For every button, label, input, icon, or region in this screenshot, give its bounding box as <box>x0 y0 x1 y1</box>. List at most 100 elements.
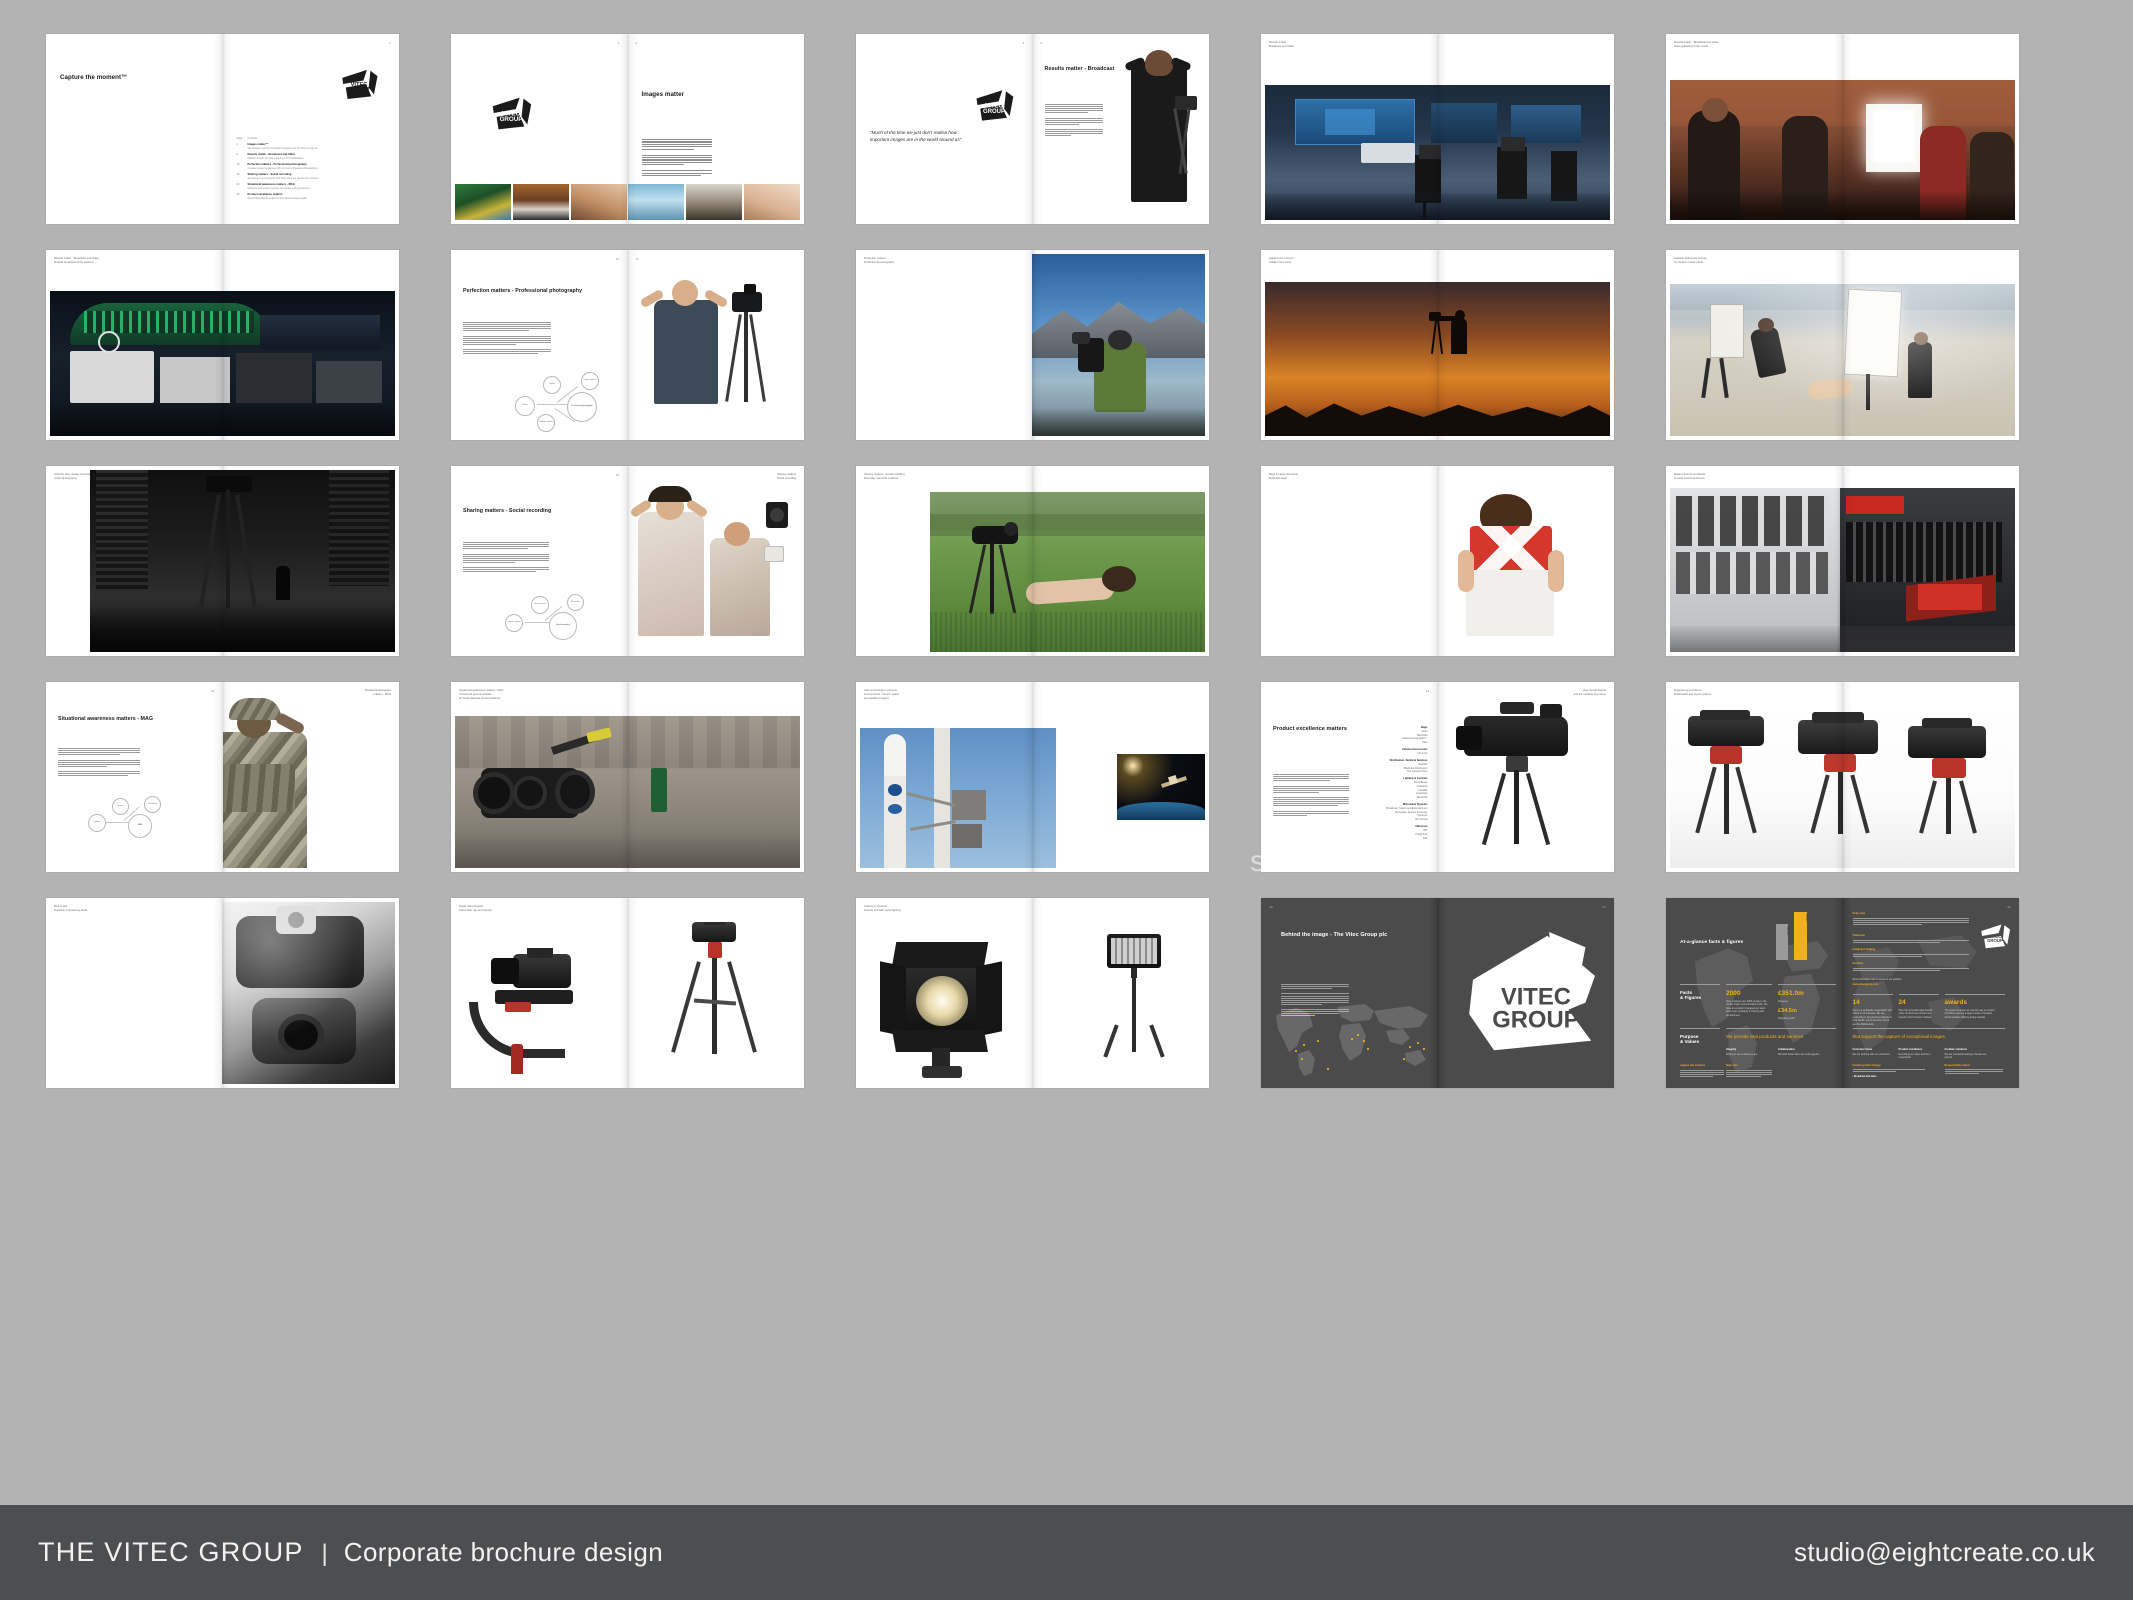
capability-diagram: MAG Robotics Sensors Surveillance <box>76 800 186 844</box>
folio: 3 <box>1023 41 1025 45</box>
footer-email[interactable]: studio@eightcreate.co.uk <box>1794 1537 2095 1568</box>
photo-woman-holding-red-camera-bag <box>1444 490 1607 652</box>
photo-friends-framing-cameras <box>628 482 805 652</box>
spread-sharing-matters[interactable]: 16 Sharing matters - Social recording So… <box>451 466 804 656</box>
spread-tv-studio[interactable]: Results matter Broadcast and Video <box>1261 34 1614 224</box>
value-title: Customer focus <box>1853 1048 1873 1051</box>
stat-caption: Vitec employs over 2000 people in the wo… <box>1726 1000 1768 1017</box>
body-copy <box>1853 940 1969 944</box>
running-header: Results matter Broadcast and Video <box>1269 41 1349 49</box>
svg-text:GROUP: GROUP <box>1987 938 2003 943</box>
spread-robot[interactable]: Situational awareness matters - MAG Unma… <box>451 682 804 872</box>
diagram-node: Sensors <box>112 798 129 815</box>
contents-desc: World-class brands engineered to deliver… <box>248 197 307 200</box>
stat-value: 24 <box>1899 999 1906 1006</box>
spread-mountaineer[interactable]: Perfection matters Professional photogra… <box>856 250 1209 440</box>
page-right: 31 VITEC GROUP <box>1438 898 1615 1088</box>
page-right: 6 Results matter - Broadcast and Video <box>1033 34 1210 224</box>
contents-row[interactable]: 2Images matter™We introduce you to the w… <box>237 143 390 150</box>
page-left: Built to last Precision engineering deta… <box>46 898 223 1088</box>
photo-pro-video-camera-tripod <box>1438 696 1611 868</box>
contents-row[interactable]: 16Sharing matters - Social recordingAcce… <box>237 173 390 180</box>
diagram-center: Professional photography <box>567 392 597 422</box>
folio: 32 <box>2007 905 2011 909</box>
stat-value: £34.5m <box>1778 1008 1797 1014</box>
spread-lighting[interactable]: Lighting & Controls Fresnel and LED pane… <box>856 898 1209 1088</box>
value-text: What you see is what you get. <box>1726 1053 1768 1056</box>
pull-quote: “Much of the time we just don’t realise … <box>870 130 990 144</box>
photo-cameraman-framing-hands <box>1115 44 1209 218</box>
spread-perfection-matters[interactable]: 10 Perfection matters - Professional pho… <box>451 250 804 440</box>
spread-product-excellence[interactable]: 24 Product excellence matters Bags Gitzo… <box>1261 682 1614 872</box>
location-dot <box>1367 1048 1369 1050</box>
diagram-center: Social recording <box>549 612 577 640</box>
spread-press-crowd[interactable]: Results matter - Broadcast and Video New… <box>1666 34 2019 224</box>
svg-text:GROUP: GROUP <box>983 109 1005 115</box>
stat-caption: Operating profit <box>1778 1017 1828 1020</box>
contents-row[interactable]: 24Product excellence mattersWorld-class … <box>237 193 390 200</box>
page-left: Bags & cases that travel Manfrotto bags <box>1261 466 1438 656</box>
photo-macro-tripod-head-detail <box>222 902 395 1084</box>
spread-images-matter[interactable]: 1 VITEC GROUP 2 Images matter <box>451 34 804 224</box>
page-left: At-a-glance facts & figures £351.0m £34.… <box>1666 898 1843 1088</box>
running-header: Retail presence worldwide In-store brand… <box>1674 473 1760 481</box>
spread-dslr-rig[interactable]: DSLR video support Camcorder rigs and tr… <box>451 898 804 1088</box>
body-copy <box>1680 1070 1724 1078</box>
page-right: 32 Snap shot Videocom <box>1843 898 2020 1088</box>
page-left: 30 Behind the image - The Vitec Group pl… <box>1261 898 1438 1088</box>
spread-red-bag[interactable]: Bags & cases that travel Manfrotto bags <box>1261 466 1614 656</box>
page-title: Sharing matters - Social recording <box>463 508 551 514</box>
spread-beach-shoot[interactable]: Lastolite behind the scenes On location … <box>1666 250 2019 440</box>
spread-tripod-heads[interactable]: Engineering excellence Fluid heads and t… <box>1666 682 2019 872</box>
spread-facts-figures[interactable]: At-a-glance facts & figures £351.0m £34.… <box>1666 898 2019 1088</box>
value-title: Creative solutions <box>1945 1048 1968 1051</box>
spread-grass-camera[interactable]: Sharing matters - Social recording Every… <box>856 466 1209 656</box>
folio: 1 <box>389 41 391 45</box>
stat-caption: Vitec has 24 world-class brands many of … <box>1899 1009 1939 1019</box>
brand-item: Kata <box>1362 741 1428 745</box>
location-dot <box>1317 1040 1319 1042</box>
photo-dslr-rig <box>461 948 626 1074</box>
spread-situational-awareness[interactable]: 20 Situational awareness matters - MAG M… <box>46 682 399 872</box>
body-copy <box>1853 918 1969 926</box>
spread-outside-broadcast[interactable]: Results matter - Broadcast and Video Out… <box>46 250 399 440</box>
location-dot <box>1357 1034 1359 1036</box>
spread-retail-store[interactable]: Retail presence worldwide In-store brand… <box>1666 466 2019 656</box>
page-left: 24 Product excellence matters Bags Gitzo… <box>1261 682 1438 872</box>
spread-sunset[interactable]: Capture the moment Golden hour shoot <box>1261 250 1614 440</box>
section-title: Creative growth strategy <box>1853 1064 1881 1067</box>
poster-canvas: Capture the moment™ 1 PageContents 2Imag… <box>0 0 2133 1600</box>
svg-text:GROUP: GROUP <box>1492 1006 1579 1033</box>
contents-title-header: Contents <box>248 137 258 140</box>
value-title: Collaboration <box>1778 1048 1795 1051</box>
brand-item: OConnor <box>1362 752 1428 756</box>
spread-macro-detail[interactable]: Built to last Precision engineering deta… <box>46 898 399 1088</box>
diagram-node: Surveillance <box>144 796 161 813</box>
photo-beach-fashion-shoot-reflectors <box>1670 284 2015 436</box>
page-right: 11 <box>628 250 805 440</box>
contents-row[interactable]: 10Perfection matters - Professional phot… <box>237 163 390 170</box>
folio: 1 <box>618 41 620 45</box>
diagram-node: Lighting & controls <box>537 414 555 432</box>
spread-cover[interactable]: Capture the moment™ 1 PageContents 2Imag… <box>46 34 399 224</box>
stat-caption: Revenue <box>1778 1000 1828 1003</box>
spread-behind-the-image[interactable]: 30 Behind the image - The Vitec Group pl… <box>1261 898 1614 1088</box>
contents-row[interactable]: 6Results matter - Broadcast and VideoMis… <box>237 153 390 160</box>
section-title: Services <box>1853 962 1864 965</box>
spread-results-matter[interactable]: 3 “Much of the time we just don’t realis… <box>856 34 1209 224</box>
value-title: Integrity <box>1726 1048 1736 1051</box>
stat-caption: Vitec is a worldwide organisation with o… <box>1853 1009 1893 1026</box>
contents-row[interactable]: 20Situational awareness matters - MAGRob… <box>237 183 390 190</box>
bar-operating-profit: £34.5m <box>1794 912 1807 960</box>
value-text: We are working with our customers. <box>1853 1053 1893 1056</box>
body-copy <box>463 322 551 355</box>
spread-city-tripod[interactable]: Hold the shot, steady and sharp Urban ph… <box>46 466 399 656</box>
photo-soldier-framing-hands <box>223 698 398 868</box>
website-link[interactable]: www.vitecgroup.com <box>1853 983 1879 986</box>
page-right: Situational awareness matters - MAG <box>223 682 400 872</box>
spread-rocket[interactable]: Vitec technology in extreme environments… <box>856 682 1209 872</box>
contents-desc: Robotics and sensor systems for military… <box>248 187 310 190</box>
capability-diagram: Social recording Compact supports Action… <box>491 598 611 646</box>
page-left: 3 “Much of the time we just don’t realis… <box>856 34 1033 224</box>
page-left: Capture the moment™ <box>46 34 223 224</box>
